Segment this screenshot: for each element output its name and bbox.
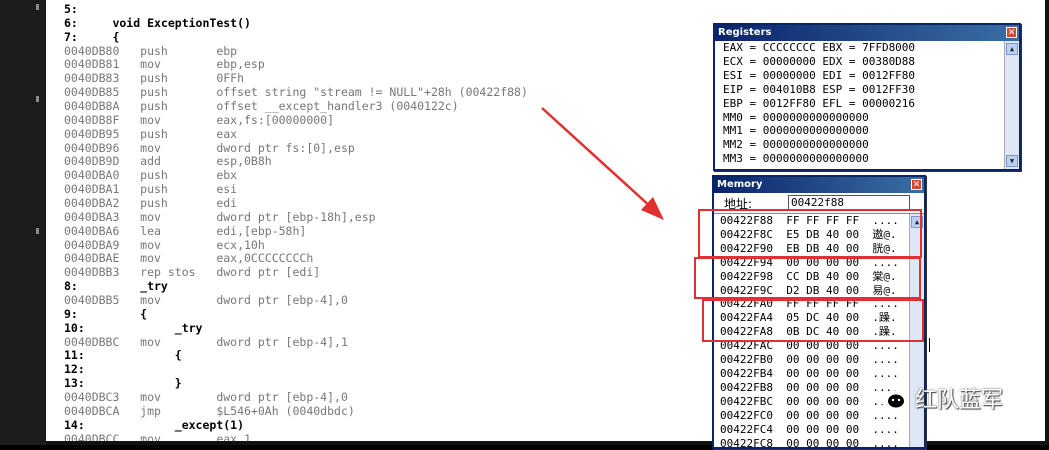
memory-bytes: 00 00 00 00 xyxy=(786,409,859,422)
memory-ascii: .... xyxy=(872,437,899,450)
registers-window[interactable]: Registers ✕ EAX = CCCCCCCC EBX = 7FFD800… xyxy=(713,23,1021,171)
highlight-box xyxy=(694,257,921,299)
memory-address: 00422FC0 xyxy=(720,409,773,422)
memory-address: 00422FB8 xyxy=(720,381,773,394)
memory-bytes: 00 00 00 00 xyxy=(786,437,859,450)
register-row: EIP = 004010B8 ESP = 0012FF30 xyxy=(723,83,1019,97)
memory-ascii: .... xyxy=(872,423,899,436)
register-row: MM2 = 0000000000000000 xyxy=(723,138,1019,152)
memory-bytes: 00 00 00 00 xyxy=(786,423,859,436)
register-row: MM0 = 0000000000000000 xyxy=(723,111,1019,125)
close-icon[interactable]: ✕ xyxy=(1006,27,1017,38)
register-row: MM3 = 0000000000000000 xyxy=(723,152,1019,166)
memory-row: 00422FB4 00 00 00 00 .... xyxy=(720,367,924,381)
watermark-text: 红队蓝军 xyxy=(915,382,1003,414)
memory-ascii: .... xyxy=(872,353,899,366)
register-row: MM1 = 0000000000000000 xyxy=(723,124,1019,138)
memory-address: 00422FBC xyxy=(720,395,773,408)
register-row: EAX = CCCCCCCC EBX = 7FFD8000 xyxy=(723,41,1019,55)
memory-ascii: .... xyxy=(872,367,899,380)
wechat-icon xyxy=(875,384,907,412)
memory-row: 00422FC4 00 00 00 00 .... xyxy=(720,423,924,437)
registers-titlebar[interactable]: Registers ✕ xyxy=(715,25,1019,41)
memory-row: 00422FC8 00 00 00 00 .... xyxy=(720,437,924,450)
register-row: EBP = 0012FF80 EFL = 00000216 xyxy=(723,97,1019,111)
memory-bytes: 00 00 00 00 xyxy=(786,367,859,380)
text-cursor xyxy=(929,338,930,352)
memory-titlebar[interactable]: Memory ✕ xyxy=(714,177,924,193)
memory-address: 00422FC4 xyxy=(720,423,773,436)
register-row: ESI = 00000000 EDI = 0012FF80 xyxy=(723,69,1019,83)
scroll-down-icon[interactable]: ▼ xyxy=(1006,155,1018,167)
memory-bytes: 00 00 00 00 xyxy=(786,395,859,408)
watermark: 红队蓝军 xyxy=(875,382,1003,414)
close-icon[interactable]: ✕ xyxy=(911,179,922,190)
registers-scrollbar[interactable]: ▲ ▼ xyxy=(1004,41,1019,169)
scroll-up-icon[interactable]: ▲ xyxy=(1006,43,1018,55)
memory-address: 00422FC8 xyxy=(720,437,773,450)
memory-title: Memory xyxy=(717,179,762,190)
registers-title: Registers xyxy=(718,27,771,38)
memory-address: 00422FB0 xyxy=(720,353,773,366)
highlight-box xyxy=(698,209,922,258)
register-row: ECX = 00000000 EDX = 00380D88 xyxy=(723,55,1019,69)
memory-bytes: 00 00 00 00 xyxy=(786,353,859,366)
arrow-shaft xyxy=(542,108,652,208)
memory-bytes: 00 00 00 00 xyxy=(786,381,859,394)
highlight-box xyxy=(702,299,924,342)
registers-list: EAX = CCCCCCCC EBX = 7FFD8000ECX = 00000… xyxy=(715,41,1019,166)
memory-row: 00422FB0 00 00 00 00 .... xyxy=(720,353,924,367)
memory-address: 00422FB4 xyxy=(720,367,773,380)
